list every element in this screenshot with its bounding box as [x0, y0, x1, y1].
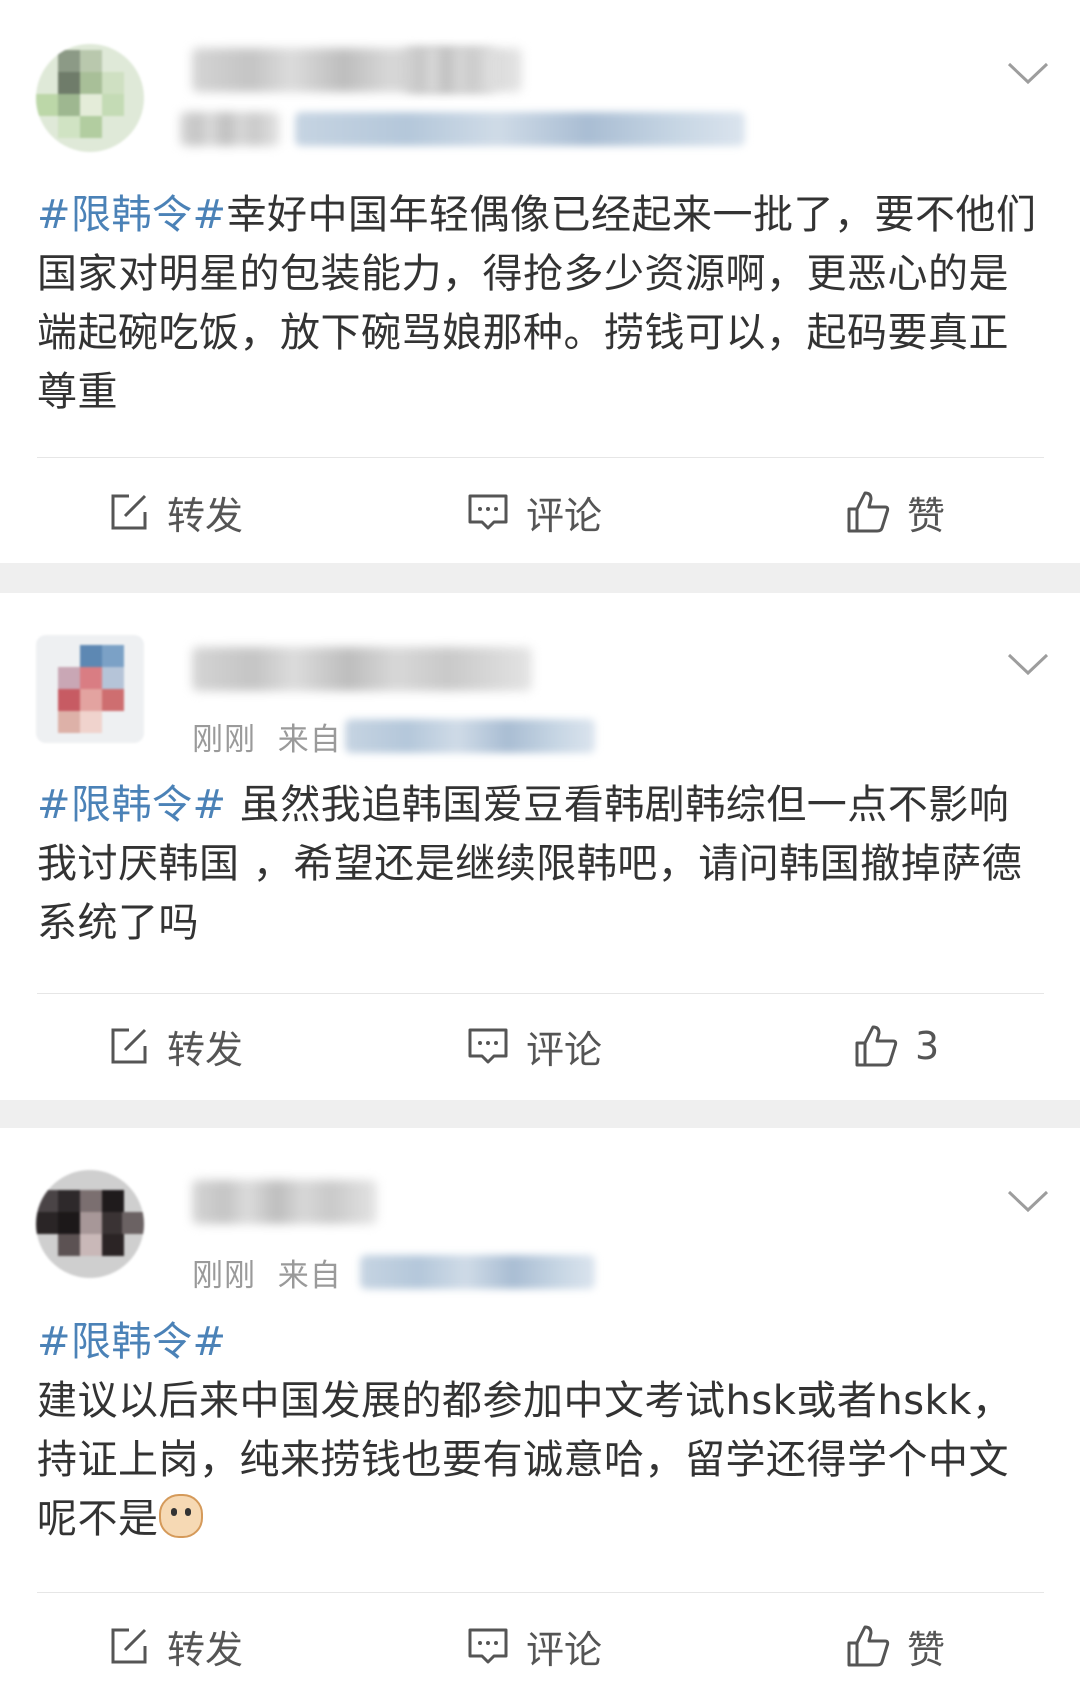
- repost-button[interactable]: 转发: [107, 462, 243, 562]
- repost-label: 转发: [167, 493, 244, 538]
- weibo-feed: #限韩令#幸好中国年轻偶像已经起来一批了，要不他们国家对明星的包装能力，得抢多少…: [0, 0, 1080, 1697]
- comment-label: 评论: [526, 1627, 603, 1672]
- like-icon: [855, 1025, 898, 1067]
- repost-icon: [111, 494, 147, 530]
- post-text: #限韩令#幸好中国年轻偶像已经起来一批了，要不他们国家对明星的包装能力，得抢多少…: [37, 186, 1046, 422]
- source-prefix: 来自: [277, 1258, 342, 1294]
- comment-button[interactable]: 评论: [466, 462, 602, 562]
- like-count: 3: [915, 1024, 940, 1068]
- post-card: 刚刚 来自 #限韩令# 虽然我追韩国爱豆看韩剧韩综但一点不影响我讨厌韩国 ，希望…: [0, 593, 1080, 1100]
- cat-emoji-icon: [158, 1494, 203, 1538]
- comment-icon: [468, 1028, 508, 1064]
- repost-button[interactable]: 转发: [107, 1596, 243, 1696]
- action-bar: 转发 评论 3: [0, 996, 1080, 1096]
- post-card: #限韩令#幸好中国年轻偶像已经起来一批了，要不他们国家对明星的包装能力，得抢多少…: [0, 0, 1080, 563]
- avatar[interactable]: [36, 44, 144, 152]
- like-icon: [847, 1625, 890, 1667]
- chevron-down-icon[interactable]: [1006, 60, 1050, 86]
- post-source-blurred[interactable]: [345, 719, 595, 753]
- source-prefix: 来自: [277, 722, 342, 758]
- hashtag-link[interactable]: #限韩令#: [37, 782, 227, 828]
- repost-button[interactable]: 转发: [107, 996, 243, 1096]
- comment-label: 评论: [526, 1027, 603, 1072]
- like-icon: [847, 491, 890, 533]
- action-bar: 转发 评论 赞: [0, 462, 1080, 562]
- like-label: 赞: [907, 1627, 946, 1672]
- like-button[interactable]: 赞: [845, 1596, 945, 1696]
- post-source-blurred: [295, 112, 745, 146]
- comment-button[interactable]: 评论: [466, 1596, 602, 1696]
- hashtag-link[interactable]: #限韩令#: [37, 1313, 1046, 1372]
- divider: [37, 457, 1044, 458]
- repost-icon: [111, 1628, 147, 1664]
- chevron-down-icon[interactable]: [1006, 651, 1050, 677]
- post-source-blurred[interactable]: [360, 1255, 595, 1289]
- like-label: 赞: [907, 493, 946, 538]
- avatar[interactable]: [36, 1170, 144, 1278]
- post-text: #限韩令# 建议以后来中国发展的都参加中文考试hsk或者hskk，持证上岗，纯来…: [37, 1313, 1046, 1549]
- user-badge-blurred: [405, 48, 495, 92]
- post-card: 刚刚 来自 #限韩令# 建议以后来中国发展的都参加中文考试hsk或者hskk，持…: [0, 1128, 1080, 1697]
- repost-label: 转发: [167, 1027, 244, 1072]
- comment-icon: [468, 494, 508, 530]
- divider: [37, 993, 1044, 994]
- chevron-down-icon[interactable]: [1006, 1188, 1050, 1214]
- hashtag-link[interactable]: #限韩令#: [37, 192, 227, 238]
- like-button[interactable]: 赞: [845, 462, 945, 562]
- repost-label: 转发: [167, 1627, 244, 1672]
- divider: [37, 1592, 1044, 1593]
- post-text: #限韩令# 虽然我追韩国爱豆看韩剧韩综但一点不影响我讨厌韩国 ，希望还是继续限韩…: [37, 776, 1046, 953]
- comment-label: 评论: [526, 493, 603, 538]
- like-button[interactable]: 3: [853, 996, 939, 1096]
- username-blurred[interactable]: [192, 1180, 377, 1224]
- comment-icon: [468, 1628, 508, 1664]
- post-time: 刚刚 来自: [192, 722, 342, 758]
- username-blurred[interactable]: [192, 647, 532, 691]
- post-time-blurred: [180, 112, 280, 146]
- comment-button[interactable]: 评论: [466, 996, 602, 1096]
- repost-icon: [111, 1028, 147, 1064]
- post-time: 刚刚 来自: [192, 1258, 342, 1294]
- avatar[interactable]: [36, 635, 144, 743]
- action-bar: 转发 评论 赞: [0, 1596, 1080, 1696]
